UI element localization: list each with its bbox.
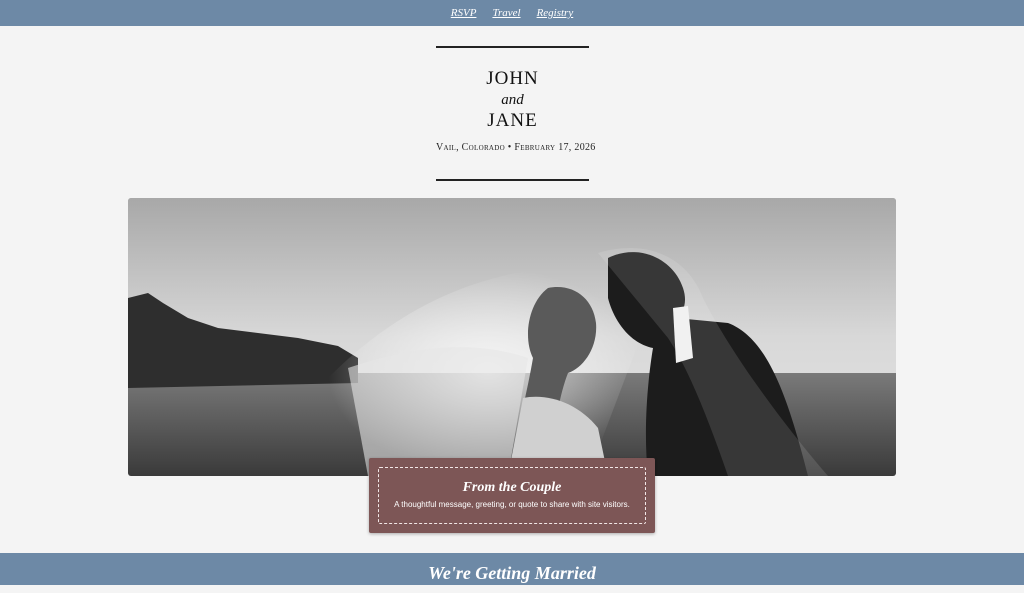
card-message: A thoughtful message, greeting, or quote…: [394, 500, 630, 509]
nav-link-travel[interactable]: Travel: [492, 7, 520, 19]
first-name: JOHN: [486, 68, 539, 89]
section-heading: We're Getting Married: [428, 563, 596, 583]
from-the-couple-card: From the Couple A thoughtful message, gr…: [369, 458, 655, 533]
card-dashed-border: From the Couple A thoughtful message, gr…: [378, 467, 646, 524]
couple-header: JOHN and JANE Vail, Colorado • February …: [436, 46, 596, 181]
top-nav: RSVP Travel Registry: [0, 0, 1024, 26]
nav-link-rsvp[interactable]: RSVP: [451, 7, 477, 19]
card-title: From the Couple: [462, 480, 562, 495]
hero-photo: [128, 198, 896, 476]
second-name: JANE: [487, 110, 538, 131]
wedding-photo-image: [128, 198, 896, 476]
nav-link-registry[interactable]: Registry: [537, 7, 574, 19]
location-date: Vail, Colorado • February 17, 2026: [436, 142, 596, 153]
conjunction: and: [501, 92, 524, 108]
section-heading-band: We're Getting Married: [0, 553, 1024, 585]
